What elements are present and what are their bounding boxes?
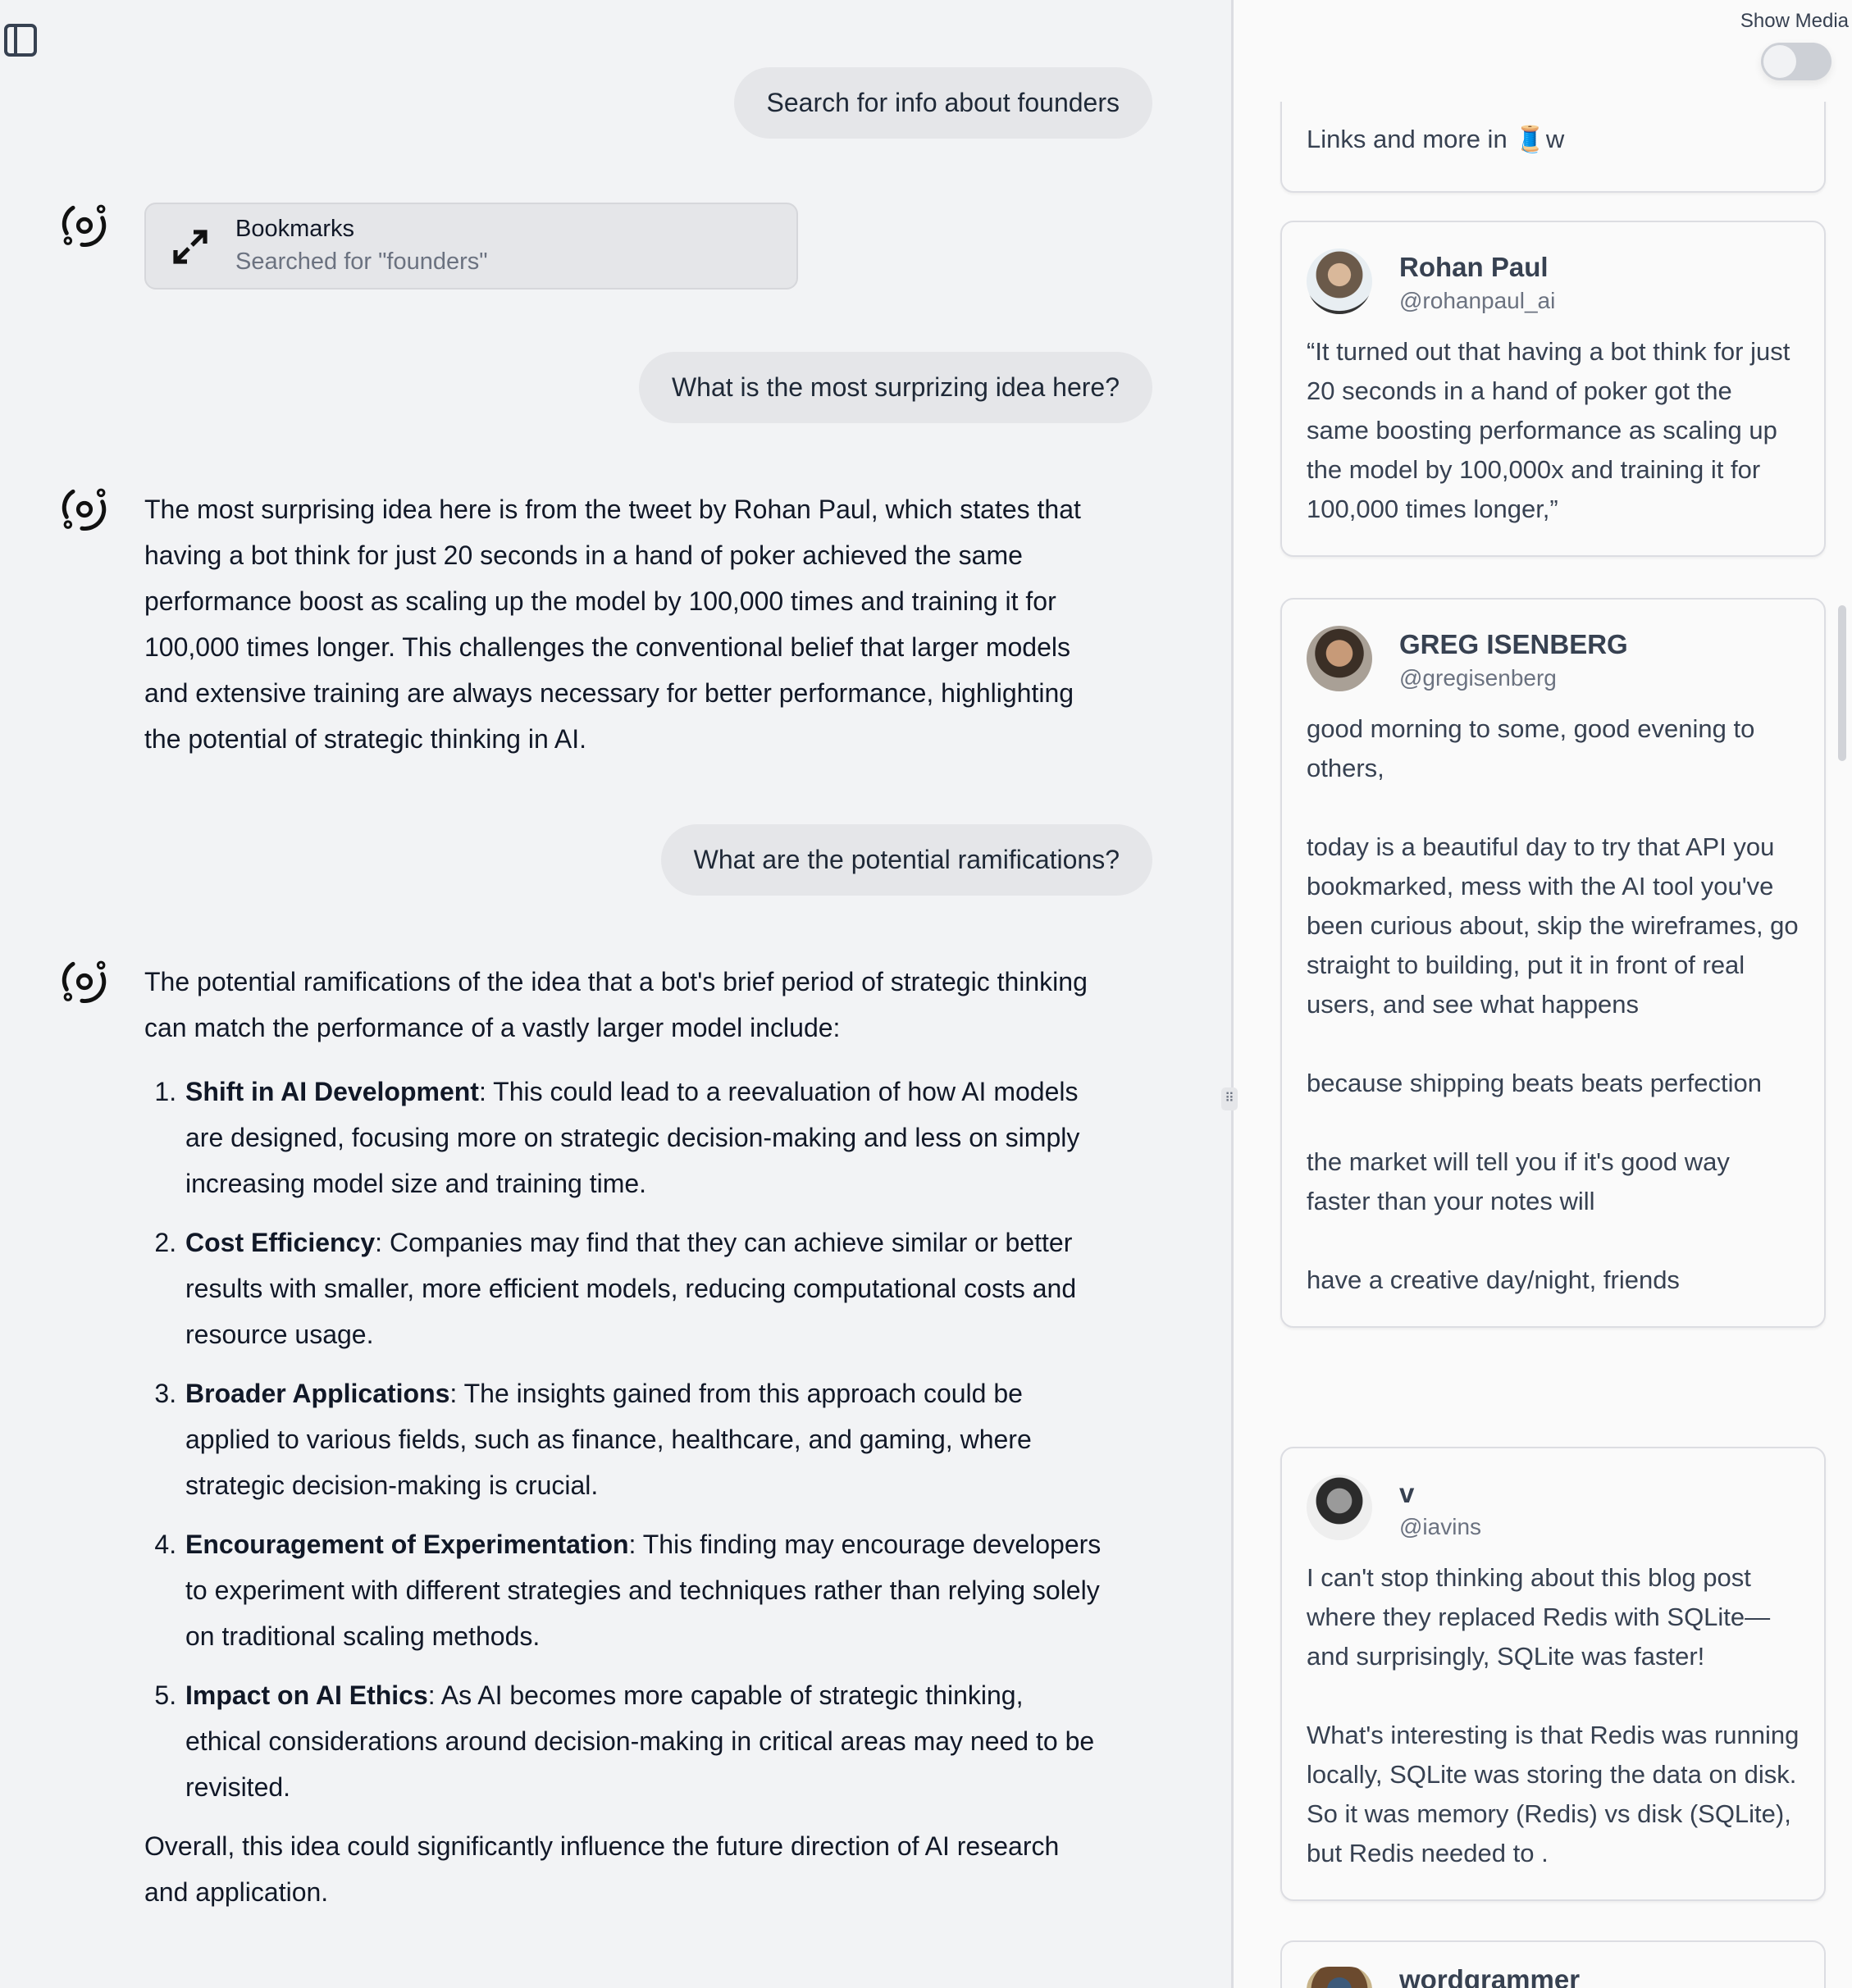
ramifications-list: Shift in AI Development: This could lead… [184, 1069, 1104, 1810]
author-name: Rohan Paul [1399, 252, 1549, 282]
tweet-card[interactable]: v @iavins I can't stop thinking about thi… [1280, 1447, 1826, 1901]
tool-result-card[interactable]: Bookmarks Searched for "founders" [144, 203, 798, 290]
author-name: v [1399, 1478, 1415, 1508]
assistant-logo-icon [62, 960, 107, 1004]
resize-handle[interactable]: ⠿ [1221, 1087, 1238, 1110]
item-title: Encouragement of Experimentation [185, 1530, 629, 1559]
user-message: Search for info about founders [733, 67, 1152, 139]
show-media-toggle[interactable] [1761, 43, 1831, 80]
message-intro: The potential ramifications of the idea … [144, 967, 1088, 1042]
tool-title: Bookmarks [235, 216, 355, 242]
avatar [1307, 626, 1372, 691]
chat-pane: Search for info about founders Bookmarks… [0, 0, 1229, 1988]
assistant-logo-icon [62, 488, 107, 531]
author-handle: @gregisenberg [1399, 665, 1557, 691]
sidebar-toggle-button[interactable] [3, 21, 39, 57]
tweet-text: good morning to some, good evening to ot… [1307, 714, 1799, 1294]
user-message: What are the potential ramifications? [660, 824, 1152, 896]
author-name: wordgrammer [1399, 1964, 1581, 1988]
scrollbar-thumb[interactable] [1838, 605, 1846, 761]
item-title: Impact on AI Ethics [185, 1680, 428, 1710]
tweet-text: Links and more in 🧵w [1307, 125, 1565, 153]
list-item: Encouragement of Experimentation: This f… [184, 1521, 1104, 1659]
show-media-label: Show Media [1740, 10, 1849, 32]
toggle-knob [1763, 45, 1796, 78]
list-item: Shift in AI Development: This could lead… [184, 1069, 1104, 1206]
message-outro: Overall, this idea could significantly i… [144, 1831, 1060, 1907]
tweet-card[interactable]: Rohan Paul @rohanpaul_ai “It turned out t… [1280, 221, 1826, 557]
tool-subtitle: Searched for "founders" [235, 248, 488, 275]
assistant-logo-icon [62, 204, 107, 248]
tweet-card[interactable]: Links and more in 🧵w [1280, 102, 1826, 193]
tweet-text: I can't stop thinking about this blog po… [1307, 1563, 1800, 1867]
item-title: Cost Efficiency [185, 1228, 376, 1257]
list-item: Cost Efficiency: Companies may find that… [184, 1220, 1104, 1357]
tweet-card[interactable]: wordgrammer [1280, 1940, 1826, 1988]
author-handle: @rohanpaul_ai [1399, 288, 1556, 313]
item-title: Shift in AI Development [185, 1077, 479, 1106]
avatar [1307, 248, 1372, 314]
author-name: GREG ISENBERG [1399, 629, 1628, 659]
sidebar-toggle-icon [4, 24, 37, 57]
item-title: Broader Applications [185, 1379, 450, 1408]
avatar [1307, 1475, 1372, 1540]
assistant-message: The most surprising idea here is from th… [144, 495, 1081, 754]
tweet-text: “It turned out that having a bot think f… [1307, 337, 1797, 523]
author-handle: @iavins [1399, 1514, 1482, 1539]
expand-arrows-icon [173, 230, 208, 264]
bookmarks-panel: Show Media Links and more in 🧵w Rohan Pa… [1231, 0, 1852, 1988]
tweet-card[interactable]: GREG ISENBERG @gregisenberg good morning … [1280, 598, 1826, 1328]
assistant-message: The potential ramifications of the idea … [144, 959, 1104, 1915]
list-item: Impact on AI Ethics: As AI becomes more … [184, 1672, 1104, 1810]
user-message: What is the most surprizing idea here? [638, 352, 1152, 423]
list-item: Broader Applications: The insights gaine… [184, 1370, 1104, 1508]
tweet-feed[interactable]: Links and more in 🧵w Rohan Paul @rohanpau… [1234, 102, 1852, 1988]
avatar [1307, 1967, 1372, 1988]
